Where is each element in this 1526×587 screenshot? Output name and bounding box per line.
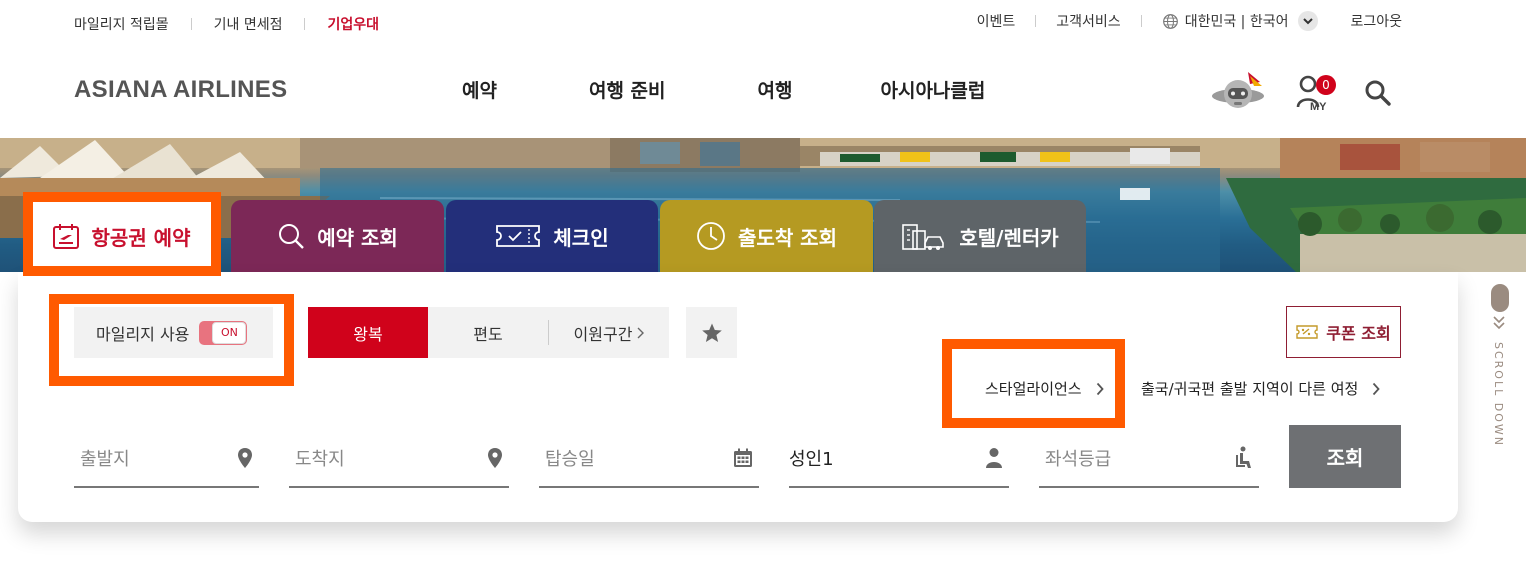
open-jaw-label: 출국/귀국편 출발 지역이 다른 여정 — [1141, 380, 1359, 398]
scroll-down-label: SCROLL DOWN — [1492, 342, 1505, 447]
svg-text:MY: MY — [1310, 101, 1327, 111]
tab-label: 예약 조회 — [317, 225, 398, 250]
event-link[interactable]: 이벤트 — [977, 11, 1016, 31]
arrival-placeholder: 도착지 — [295, 449, 345, 470]
main-header: ASIANA AIRLINES 예약 여행 준비 여행 아시아나클럽 MY 0 — [0, 46, 1526, 138]
language-label: 대한민국 | 한국어 — [1184, 14, 1289, 30]
notification-badge: 0 — [1316, 75, 1336, 95]
mileage-use-toggle-group[interactable]: 마일리지 사용 ON — [74, 307, 273, 358]
divider — [1035, 15, 1037, 27]
ticket-calendar-icon — [52, 224, 79, 249]
double-chevron-down-icon — [1493, 316, 1514, 332]
chevron-right-icon — [637, 327, 645, 338]
logout-link[interactable]: 로그아웃 — [1350, 11, 1402, 31]
menu-item-asiana-club[interactable]: 아시아나클럽 — [880, 76, 985, 103]
date-placeholder: 탑승일 — [545, 449, 595, 470]
chatbot-icon[interactable] — [1210, 70, 1266, 116]
tab-hotel-rental[interactable]: 호텔/렌터카 — [874, 200, 1086, 272]
chevron-right-icon — [1096, 382, 1104, 395]
globe-icon — [1162, 13, 1178, 29]
menu-item-travel[interactable]: 여행 — [758, 76, 793, 103]
header-icons: MY 0 — [1210, 70, 1392, 116]
coupon-label: 쿠폰 조회 — [1326, 324, 1391, 343]
language-selector[interactable]: 대한민국 | 한국어 — [1162, 11, 1319, 31]
search-icon[interactable] — [1364, 79, 1392, 107]
favorite-button[interactable] — [686, 307, 737, 358]
mouse-icon — [1491, 284, 1509, 312]
coupon-button[interactable]: 쿠폰 조회 — [1286, 306, 1401, 358]
person-icon — [986, 448, 1002, 468]
customer-service-link[interactable]: 고객서비스 — [1056, 11, 1120, 31]
divider — [304, 18, 306, 30]
scroll-down-indicator[interactable]: SCROLL DOWN — [1486, 284, 1514, 464]
duty-free-link[interactable]: 기내 면세점 — [214, 14, 283, 34]
cabin-class-field[interactable]: 좌석등급 — [1039, 430, 1259, 488]
arrival-field[interactable]: 도착지 — [289, 430, 509, 488]
departure-date-field[interactable]: 탑승일 — [539, 430, 759, 488]
location-pin-icon — [238, 448, 252, 468]
chevron-right-icon — [1373, 382, 1381, 395]
open-jaw-link[interactable]: 출국/귀국편 출발 지역이 다른 여정 — [1141, 378, 1381, 399]
departure-placeholder: 출발지 — [80, 449, 130, 470]
calendar-icon — [734, 448, 752, 467]
mileage-label: 마일리지 사용 — [96, 324, 190, 344]
divider — [190, 18, 192, 30]
menu-item-travel-prep[interactable]: 여행 준비 — [589, 76, 666, 103]
utility-bar: 마일리지 적립몰 기내 면세점 기업우대 이벤트 고객서비스 대한민국 | 한국… — [0, 0, 1526, 46]
brand-logo[interactable]: ASIANA AIRLINES — [74, 76, 287, 104]
trip-round-button[interactable]: 왕복 — [308, 307, 428, 358]
search-button[interactable]: 조회 — [1289, 425, 1401, 488]
my-page-button[interactable]: MY 0 — [1296, 73, 1336, 113]
corporate-link[interactable]: 기업우대 — [327, 14, 379, 34]
chevron-down-icon — [1298, 11, 1319, 31]
boarding-pass-icon — [496, 225, 541, 247]
cabin-placeholder: 좌석등급 — [1045, 449, 1112, 470]
star-alliance-label: 스타얼라이언스 — [985, 380, 1082, 398]
tab-label: 체크인 — [553, 225, 609, 250]
main-menu: 예약 여행 준비 여행 아시아나클럽 — [462, 76, 985, 103]
utility-links-left: 마일리지 적립몰 기내 면세점 기업우대 — [74, 14, 379, 34]
trip-multi-label: 이원구간 — [573, 324, 633, 344]
trip-multi-button[interactable]: 이원구간 — [548, 320, 669, 345]
tab-check-in[interactable]: 체크인 — [446, 200, 658, 272]
tab-reservation-inquiry[interactable]: 예약 조회 — [231, 200, 444, 272]
passenger-field[interactable]: 성인1 — [789, 430, 1009, 488]
tab-flight-booking[interactable]: 항공권 예약 — [24, 200, 218, 272]
clock-icon — [697, 222, 725, 250]
divider — [1140, 15, 1142, 27]
tab-label: 호텔/렌터카 — [959, 225, 1059, 250]
mileage-toggle[interactable]: ON — [199, 320, 248, 345]
passenger-value: 성인1 — [789, 449, 834, 470]
trip-type-selector: 왕복 편도 이원구간 — [308, 307, 669, 358]
tab-label: 항공권 예약 — [91, 225, 191, 250]
tab-flight-status[interactable]: 출도착 조회 — [660, 200, 873, 272]
menu-item-booking[interactable]: 예약 — [462, 76, 497, 103]
coupon-icon — [1296, 325, 1318, 339]
hotel-car-icon — [902, 224, 945, 250]
tab-label: 출도착 조회 — [738, 225, 837, 250]
star-alliance-link[interactable]: 스타얼라이언스 — [985, 378, 1104, 399]
magnifier-icon — [279, 224, 305, 249]
mileage-mall-link[interactable]: 마일리지 적립몰 — [74, 14, 169, 34]
utility-links-right: 이벤트 고객서비스 대한민국 | 한국어 로그아웃 — [977, 11, 1402, 31]
location-pin-icon — [488, 448, 502, 468]
star-icon — [701, 323, 722, 342]
departure-field[interactable]: 출발지 — [74, 430, 259, 488]
seat-icon — [1236, 446, 1251, 468]
trip-oneway-button[interactable]: 편도 — [428, 307, 548, 358]
toggle-knob: ON — [212, 321, 247, 344]
